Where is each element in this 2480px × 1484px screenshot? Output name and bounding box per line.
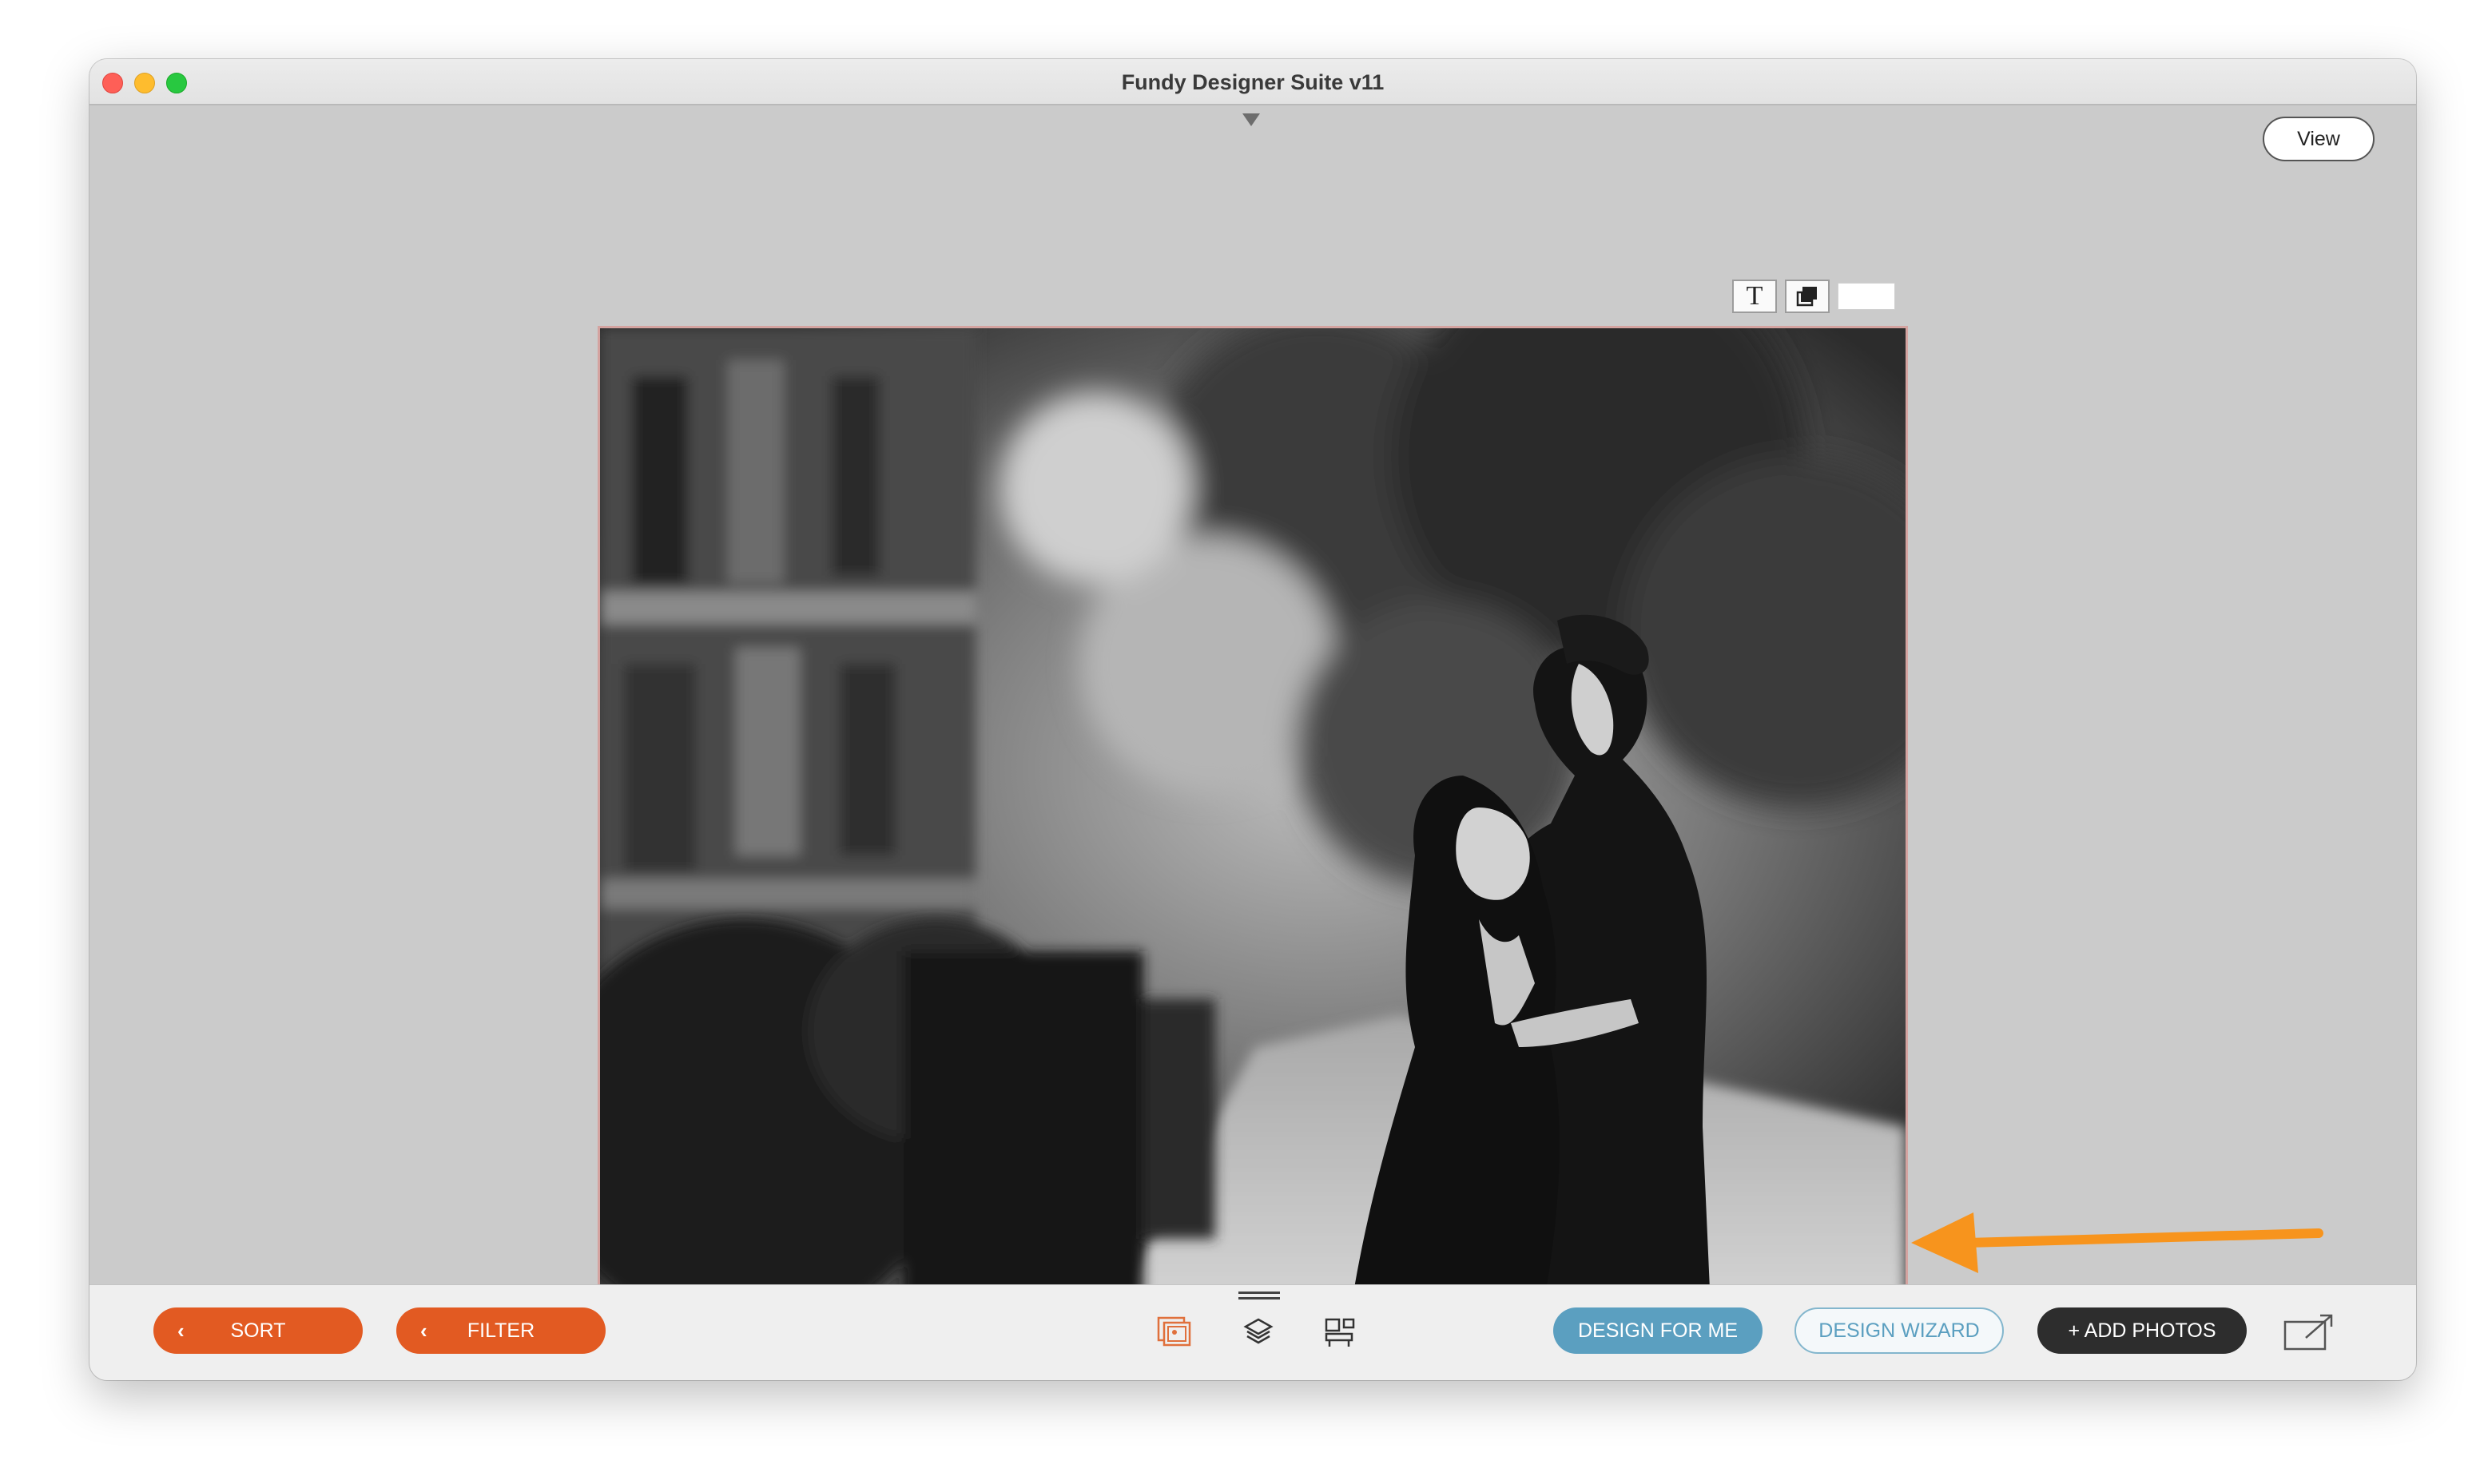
chevron-left-icon: ‹ xyxy=(420,1319,427,1343)
sort-label: SORT xyxy=(230,1319,286,1342)
filter-button[interactable]: ‹ FILTER xyxy=(396,1307,606,1354)
annotation-arrow-icon xyxy=(1911,1212,2323,1273)
design-for-me-button[interactable]: DESIGN FOR ME xyxy=(1553,1307,1763,1354)
window-title: Fundy Designer Suite v11 xyxy=(1121,70,1385,94)
design-wizard-button[interactable]: DESIGN WIZARD xyxy=(1794,1307,2004,1354)
bottom-toolbar: ‹ SORT ‹ FILTER DESIGN FOR ME DESIGN WIZ… xyxy=(89,1284,2416,1380)
sort-button[interactable]: ‹ SORT xyxy=(153,1307,363,1354)
panel-toggle-caret-icon[interactable] xyxy=(1242,113,1260,126)
text-tool-glyph: T xyxy=(1746,281,1763,311)
chevron-left-icon: ‹ xyxy=(177,1319,185,1343)
color-swatch[interactable] xyxy=(1838,283,1895,310)
view-button[interactable]: View xyxy=(2263,117,2375,161)
layers-icon[interactable] xyxy=(1238,1312,1278,1352)
arrange-layers-icon[interactable] xyxy=(1785,280,1830,313)
filter-label: FILTER xyxy=(467,1319,535,1342)
export-icon[interactable] xyxy=(2282,1309,2338,1354)
images-icon[interactable] xyxy=(1155,1312,1195,1352)
center-tools xyxy=(1144,1285,1368,1380)
layout-tools-icon[interactable] xyxy=(1321,1312,1361,1352)
drag-handle-icon[interactable] xyxy=(1238,1292,1280,1301)
app-window: Fundy Designer Suite v11 View T ‹ SORT ‹… xyxy=(89,59,2416,1380)
photo-couple-image xyxy=(600,328,1906,1307)
add-photos-button[interactable]: + ADD PHOTOS xyxy=(2037,1307,2247,1354)
photo-frame[interactable] xyxy=(598,326,1908,1310)
design-canvas: View T xyxy=(89,107,2416,1310)
frame-tools: T xyxy=(1732,280,1895,313)
text-tool-icon[interactable]: T xyxy=(1732,280,1777,313)
title-bar[interactable]: Fundy Designer Suite v11 xyxy=(89,59,2416,105)
